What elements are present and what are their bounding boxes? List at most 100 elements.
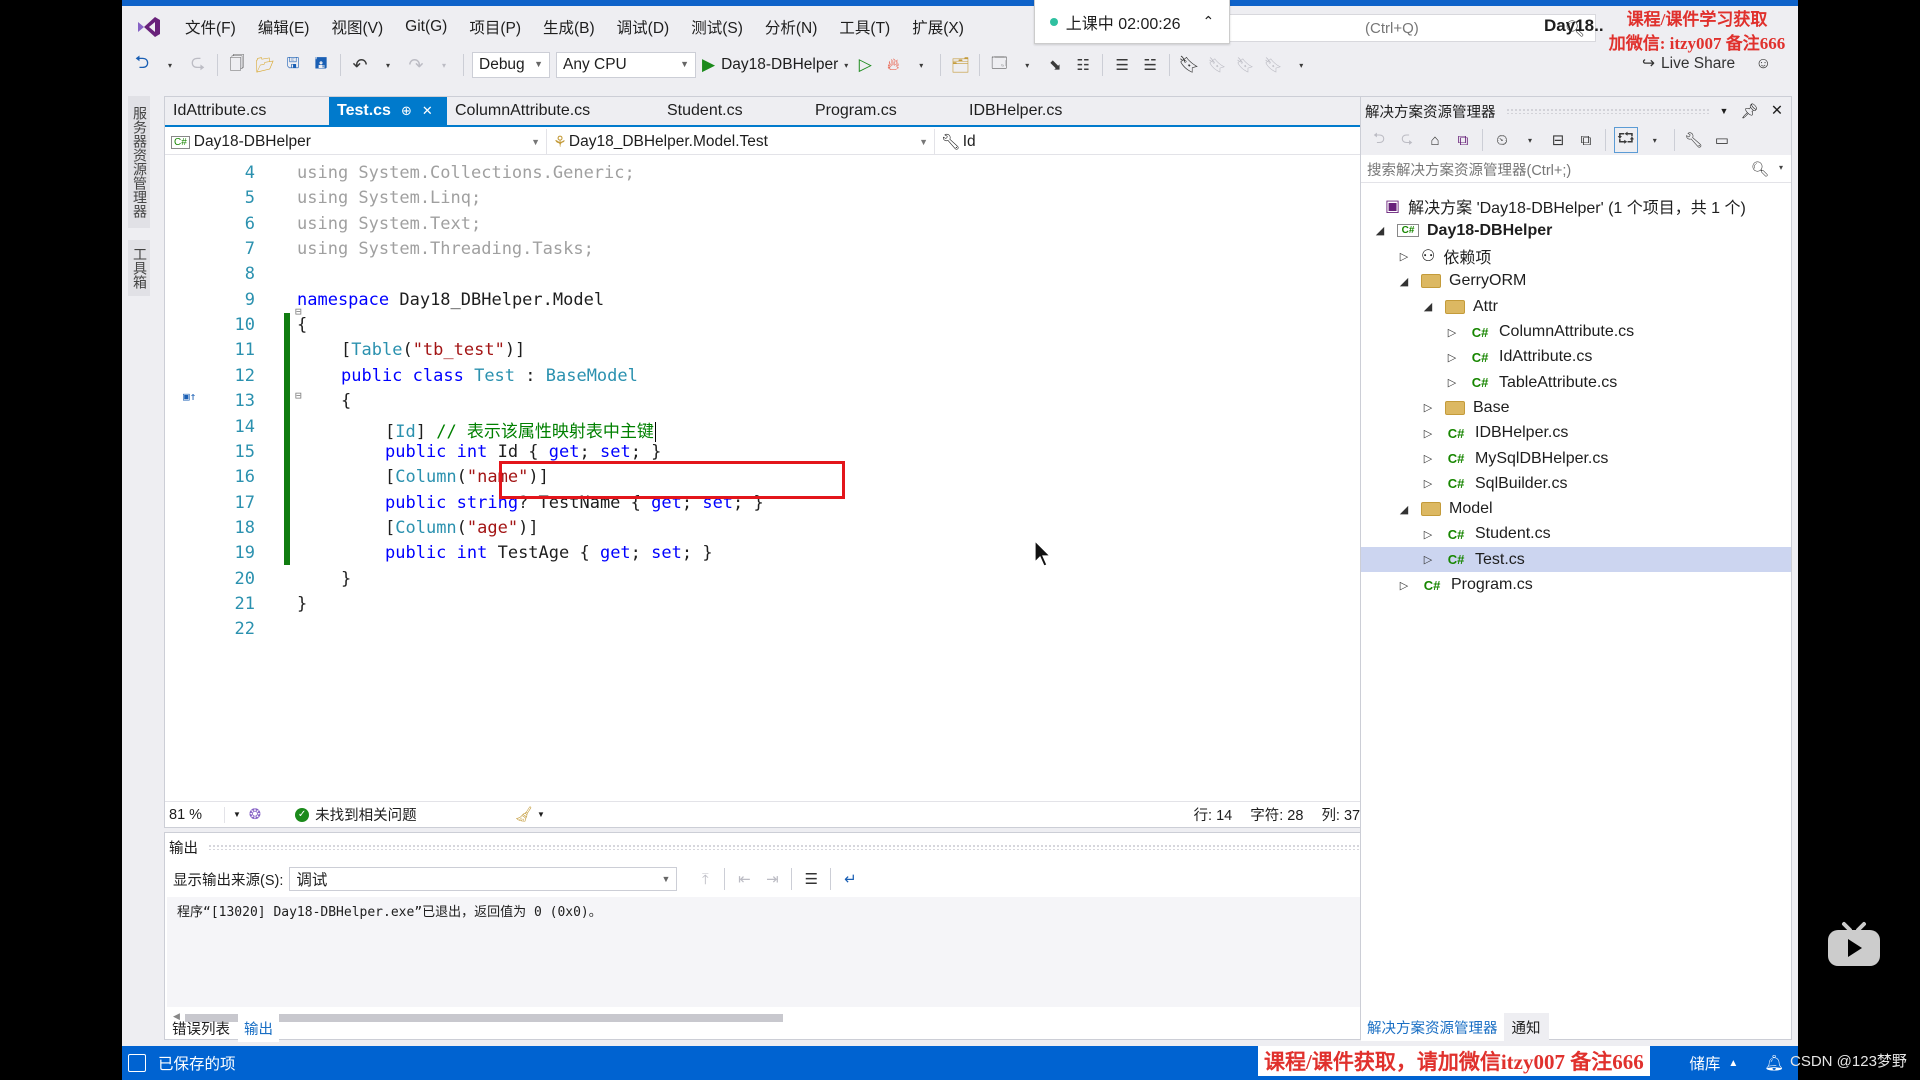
tree-item[interactable]: ▷ C# Student.cs bbox=[1361, 522, 1791, 547]
tree-item[interactable]: ◢ Model bbox=[1361, 497, 1791, 522]
output-text-area[interactable]: 程序“[13020] Day18-DBHelper.exe”已退出，返回值为 0… bbox=[167, 897, 1459, 1007]
code-line[interactable]: } bbox=[297, 594, 307, 614]
tree-item[interactable]: ▣ 解决方案 'Day18-DBHelper' (1 个项目，共 1 个) bbox=[1361, 193, 1791, 218]
live-share-button[interactable]: ↪ Live Share ☺ bbox=[1642, 54, 1771, 73]
quick-search-input[interactable]: (Ctrl+Q) 🔍︎ bbox=[1228, 14, 1596, 42]
indent-icon[interactable]: ☰ bbox=[1111, 52, 1133, 78]
properties-wrench-icon[interactable]: 🔧︎ bbox=[1683, 127, 1705, 153]
code-line[interactable]: using System.Linq; bbox=[297, 188, 481, 208]
expanded-arrow-icon[interactable]: ◢ bbox=[1397, 275, 1411, 288]
tree-item[interactable]: ▷ C# IdAttribute.cs bbox=[1361, 345, 1791, 370]
tree-item[interactable]: ▷ C# MySqlDBHelper.cs bbox=[1361, 446, 1791, 471]
platform-select[interactable]: Any CPU ▼ bbox=[556, 52, 696, 78]
chevron-down-icon[interactable]: ▾ bbox=[1519, 127, 1541, 153]
tab-notifications[interactable]: 通知 bbox=[1503, 1013, 1549, 1041]
chevron-down-icon[interactable]: ▾ bbox=[1644, 127, 1666, 153]
tree-item[interactable]: ◢ GerryORM bbox=[1361, 269, 1791, 294]
tab-error-list[interactable]: 错误列表 bbox=[164, 1014, 238, 1042]
start-without-debugging-icon[interactable]: ▷ bbox=[854, 52, 876, 78]
redo-icon[interactable]: ↷ bbox=[405, 52, 427, 78]
collapsed-arrow-icon[interactable]: ▷ bbox=[1445, 326, 1459, 339]
expanded-arrow-icon[interactable]: ◢ bbox=[1421, 300, 1435, 313]
undo-icon[interactable]: ↶ bbox=[349, 52, 371, 78]
pin-icon[interactable]: ⊕ bbox=[401, 103, 412, 119]
preview-selected-icon[interactable]: ▭ bbox=[1711, 127, 1733, 153]
pending-changes-filter-icon[interactable]: ⏲ bbox=[1491, 127, 1513, 153]
word-wrap-icon[interactable]: ↵ bbox=[839, 866, 861, 892]
start-debugging-button[interactable]: ▶ Day18-DBHelper ▾ bbox=[702, 52, 848, 78]
comment-icon[interactable]: ☱ bbox=[1139, 52, 1161, 78]
toolbox-tab[interactable]: 工具箱 bbox=[128, 240, 150, 296]
browser-link-icon[interactable]: 🗔︎ bbox=[988, 52, 1010, 78]
navigate-forward-icon[interactable]: ⮎ bbox=[187, 52, 209, 78]
code-line[interactable]: { bbox=[297, 315, 307, 335]
tree-item[interactable]: ▷ C# IDBHelper.cs bbox=[1361, 421, 1791, 446]
tree-item[interactable]: ▷ C# SqlBuilder.cs bbox=[1361, 471, 1791, 496]
chevron-up-icon[interactable]: ⌃ bbox=[1203, 13, 1215, 30]
collapsed-arrow-icon[interactable]: ▷ bbox=[1397, 250, 1411, 263]
video-player-icon[interactable] bbox=[1826, 916, 1882, 972]
tab-output[interactable]: 输出 bbox=[238, 1014, 279, 1042]
char-number[interactable]: 字符: 28 bbox=[1250, 804, 1303, 825]
code-line[interactable]: public int Id { get; set; } bbox=[385, 442, 661, 462]
document-outline-icon[interactable]: ☷ bbox=[1072, 52, 1094, 78]
chevron-down-icon[interactable]: ▼ bbox=[233, 810, 241, 819]
menu-view[interactable]: 视图(V) bbox=[320, 16, 394, 38]
undo-dropdown-icon[interactable]: ▾ bbox=[377, 52, 399, 78]
next-bookmark-icon[interactable]: 🔖︎ bbox=[1234, 52, 1256, 78]
collapsed-arrow-icon[interactable]: ▷ bbox=[1445, 376, 1459, 389]
close-icon[interactable]: ✕ bbox=[1771, 103, 1783, 119]
code-line[interactable]: using System.Text; bbox=[297, 214, 481, 234]
menu-file[interactable]: 文件(F) bbox=[174, 16, 247, 38]
code-line[interactable]: using System.Collections.Generic; bbox=[297, 163, 635, 183]
column-number[interactable]: 列: 37 bbox=[1321, 804, 1360, 825]
code-line[interactable]: public int TestAge { get; set; } bbox=[385, 543, 713, 563]
chevron-up-icon[interactable]: ▲ bbox=[1728, 1058, 1738, 1069]
collapsed-arrow-icon[interactable]: ▷ bbox=[1421, 553, 1435, 566]
show-all-files-icon[interactable]: ⧉ bbox=[1575, 127, 1597, 153]
save-all-icon[interactable]: 🖪︎ bbox=[310, 52, 332, 78]
tree-item[interactable]: ◢ C# Day18-DBHelper bbox=[1361, 218, 1791, 243]
bookmark-icon[interactable]: 🔖︎ bbox=[1178, 52, 1200, 78]
tab-columnattribute[interactable]: ColumnAttribute.cs bbox=[447, 97, 659, 125]
pin-icon[interactable]: 📌︎ bbox=[1740, 103, 1758, 120]
hot-reload-dropdown-icon[interactable]: ▾ bbox=[910, 52, 932, 78]
code-line[interactable]: public class Test : BaseModel bbox=[341, 366, 638, 386]
menu-analyze[interactable]: 分析(N) bbox=[754, 16, 829, 38]
collapsed-arrow-icon[interactable]: ▷ bbox=[1421, 427, 1435, 440]
tree-item[interactable]: ▷ ⚇ 依赖项 bbox=[1361, 244, 1791, 269]
output-window-icon[interactable] bbox=[128, 1054, 146, 1072]
code-line[interactable]: namespace Day18_DBHelper.Model bbox=[297, 290, 604, 310]
tab-idbhelper[interactable]: IDBHelper.cs bbox=[961, 97, 1121, 125]
code-area[interactable]: ▣↑ ⊟ ⊟ 4 using System.Collections.Generic… bbox=[165, 155, 1435, 795]
collapsed-arrow-icon[interactable]: ▷ bbox=[1421, 528, 1435, 541]
find-message-icon[interactable]: ⤒ bbox=[694, 866, 716, 892]
tab-solution-explorer[interactable]: 解决方案资源管理器 bbox=[1361, 1013, 1504, 1041]
account-icon[interactable]: ☺ bbox=[1755, 55, 1771, 72]
tree-item[interactable]: ◢ Attr bbox=[1361, 294, 1791, 319]
redo-dropdown-icon[interactable]: ▾ bbox=[433, 52, 455, 78]
step-into-icon[interactable]: ⬊ bbox=[1044, 52, 1066, 78]
chevron-down-icon[interactable]: ▾ bbox=[1779, 163, 1783, 172]
code-line[interactable]: [Table("tb_test")] bbox=[341, 340, 525, 360]
previous-bookmark-icon[interactable]: 🔖︎ bbox=[1206, 52, 1228, 78]
save-icon[interactable]: 🖫︎ bbox=[282, 52, 304, 78]
back-dropdown-icon[interactable]: ▾ bbox=[159, 52, 181, 78]
menu-git[interactable]: Git(G) bbox=[394, 18, 458, 36]
code-line[interactable]: } bbox=[341, 569, 351, 589]
collapsed-arrow-icon[interactable]: ▷ bbox=[1445, 351, 1459, 364]
issues-status[interactable]: 未找到相关问题 bbox=[315, 804, 417, 825]
code-line[interactable]: using System.Threading.Tasks; bbox=[297, 239, 594, 259]
open-folder-icon[interactable]: 📂︎ bbox=[254, 52, 276, 78]
codelens-reference-icon[interactable]: ▣↑ bbox=[183, 390, 196, 403]
sync-active-document-icon[interactable]: ⮔ bbox=[1614, 127, 1638, 153]
type-dropdown[interactable]: ⚘ Day18_DBHelper.Model.Test ▼ bbox=[547, 129, 935, 155]
previous-message-icon[interactable]: ⇤ bbox=[733, 866, 755, 892]
menu-test[interactable]: 测试(S) bbox=[680, 16, 754, 38]
chevron-down-icon[interactable]: ▼ bbox=[537, 810, 545, 819]
line-number[interactable]: 行: 14 bbox=[1194, 804, 1233, 825]
solution-search-input[interactable]: 搜索解决方案资源管理器(Ctrl+;) 🔍︎ ▾ bbox=[1361, 157, 1791, 183]
menu-edit[interactable]: 编辑(E) bbox=[247, 16, 321, 38]
clear-all-icon[interactable]: ☰ bbox=[800, 866, 822, 892]
cleanup-brush-icon[interactable]: 🧹︎ bbox=[515, 806, 533, 823]
